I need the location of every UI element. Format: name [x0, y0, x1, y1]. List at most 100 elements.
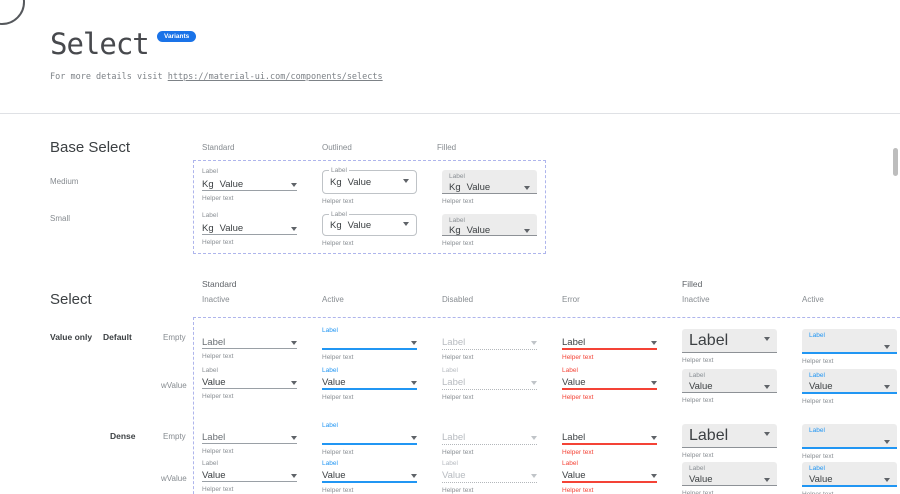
select-underline	[442, 443, 537, 445]
select-dense-standard-inactive-empty[interactable]: Label Helper text	[202, 421, 297, 455]
select-control[interactable]: Label KgValue	[322, 214, 417, 236]
select-underline	[322, 481, 417, 483]
canvas-corner-mark	[0, 0, 25, 25]
select-dense-standard-error-wvalue[interactable]: Label Value Helper text	[562, 459, 657, 494]
select-label: Label	[322, 326, 417, 335]
select-underline	[562, 348, 657, 350]
select-control[interactable]: Value	[202, 468, 297, 481]
select-dense-standard-error-empty[interactable]: Label Helper text	[562, 421, 657, 456]
select-value: Label	[442, 377, 465, 388]
select-placeholder: Label	[202, 432, 225, 443]
select-value: Value	[689, 381, 713, 392]
base-select-filled-small[interactable]: Label KgValue Helper text	[442, 214, 537, 247]
select-control[interactable]: KgValue	[202, 177, 297, 190]
select-value: Value	[809, 474, 833, 485]
scrollbar-thumb[interactable]	[893, 148, 898, 176]
select-value: KgValue	[202, 179, 243, 190]
select-standard-inactive-wvalue[interactable]: Label Value Helper text	[202, 366, 297, 400]
select-standard-active-wvalue[interactable]: Label Value Helper text	[322, 366, 417, 401]
caret-down-icon	[764, 337, 770, 341]
caret-down-icon	[651, 474, 657, 478]
select-label: Label	[562, 459, 657, 468]
select-control[interactable]: Label	[802, 329, 897, 354]
select-control[interactable]: Value	[322, 468, 417, 481]
select-dense-standard-inactive-wvalue[interactable]: Label Value Helper text	[202, 459, 297, 493]
material-ui-link[interactable]: https://material-ui.com/components/selec…	[168, 72, 383, 82]
base-select-outlined-medium[interactable]: Label KgValue Helper text	[322, 170, 417, 205]
caret-down-icon	[403, 179, 409, 183]
caret-down-icon	[884, 440, 890, 444]
select-control[interactable]: Label	[682, 424, 777, 448]
select-dense-standard-active-empty[interactable]: Label Helper text	[322, 421, 417, 456]
select-label: Label	[809, 371, 890, 380]
select-control[interactable]: Label KgValue	[442, 214, 537, 236]
select-placeholder: Label	[562, 432, 585, 443]
page-title: Select	[50, 27, 149, 61]
base-select-standard-small[interactable]: Label KgValue Helper text	[202, 211, 297, 246]
base-select-standard-medium[interactable]: Label KgValue Helper text	[202, 167, 297, 202]
select-label: Label	[689, 464, 770, 473]
base-select-outlined-small[interactable]: Label KgValue Helper text	[322, 214, 417, 247]
select-label: Label	[689, 371, 770, 380]
select-control[interactable]: Label Value	[802, 462, 897, 487]
select-control[interactable]: Label Value	[682, 462, 777, 486]
select-filled-active-wvalue[interactable]: Label Value Helper text	[802, 369, 897, 405]
select-standard-error-wvalue[interactable]: Label Value Helper text	[562, 366, 657, 401]
select-dense-filled-active-empty[interactable]: Label Helper text	[802, 424, 897, 460]
select-dense-filled-inactive-wvalue[interactable]: Label Value Helper text	[682, 462, 777, 494]
select-control[interactable]: Label	[202, 335, 297, 348]
column-header-standard: Standard	[202, 143, 234, 152]
select-label: Label	[442, 366, 537, 375]
select-value: Value	[562, 470, 586, 481]
select-placeholder: Label	[202, 337, 225, 348]
select-control[interactable]: Value	[202, 375, 297, 388]
select-label: Label	[202, 211, 297, 220]
helper-text: Helper text	[562, 487, 657, 494]
select-filled-active-empty[interactable]: Label Helper text	[802, 329, 897, 365]
select-dense-standard-active-wvalue[interactable]: Label Value Helper text	[322, 459, 417, 494]
select-standard-inactive-empty[interactable]: Label Helper text	[202, 326, 297, 360]
helper-text: Helper text	[682, 357, 777, 364]
helper-text: Helper text	[802, 398, 897, 405]
helper-text: Helper text	[562, 449, 657, 456]
helper-text: Helper text	[682, 490, 777, 494]
caret-down-icon	[411, 436, 417, 440]
select-standard-active-empty[interactable]: Label Helper text	[322, 326, 417, 361]
caret-down-icon	[411, 341, 417, 345]
select-standard-error-empty[interactable]: Label Helper text	[562, 326, 657, 361]
caret-down-icon	[764, 432, 770, 436]
helper-text: Helper text	[682, 452, 777, 459]
select-control[interactable]: Label	[202, 430, 297, 443]
select-control[interactable]	[322, 335, 417, 348]
select-control[interactable]: Value	[562, 375, 657, 388]
select-control[interactable]: Label	[802, 424, 897, 449]
select-control[interactable]: Label Value	[802, 369, 897, 394]
select-label: Label	[322, 459, 417, 468]
select-value: Value	[322, 377, 346, 388]
select-control: Label	[442, 335, 537, 348]
select-dense-filled-active-wvalue[interactable]: Label Value Helper text	[802, 462, 897, 494]
variants-badge[interactable]: Variants	[157, 31, 196, 42]
select-label: Label	[449, 216, 530, 225]
select-value	[322, 337, 325, 348]
select-control[interactable]: Value	[322, 375, 417, 388]
base-select-filled-medium[interactable]: Label KgValue Helper text	[442, 170, 537, 205]
select-control[interactable]: KgValue	[202, 221, 297, 234]
caret-down-icon	[651, 341, 657, 345]
select-control[interactable]: Label	[562, 335, 657, 348]
select-control[interactable]: Label KgValue	[442, 170, 537, 194]
select-label: Label	[202, 459, 297, 468]
select-control[interactable]: Label	[562, 430, 657, 443]
select-control[interactable]: Label Value	[682, 369, 777, 393]
select-control[interactable]	[322, 430, 417, 443]
select-control[interactable]: Value	[562, 468, 657, 481]
select-control[interactable]: Label	[682, 329, 777, 353]
select-filled-inactive-empty[interactable]: Label Helper text	[682, 329, 777, 364]
select-control[interactable]: Label KgValue	[322, 170, 417, 194]
select-filled-inactive-wvalue[interactable]: Label Value Helper text	[682, 369, 777, 404]
caret-down-icon	[531, 474, 537, 478]
helper-text: Helper text	[442, 354, 537, 361]
helper-text: Helper text	[322, 198, 417, 205]
row-label-default: Default	[103, 332, 132, 342]
select-dense-filled-inactive-empty[interactable]: Label Helper text	[682, 424, 777, 459]
